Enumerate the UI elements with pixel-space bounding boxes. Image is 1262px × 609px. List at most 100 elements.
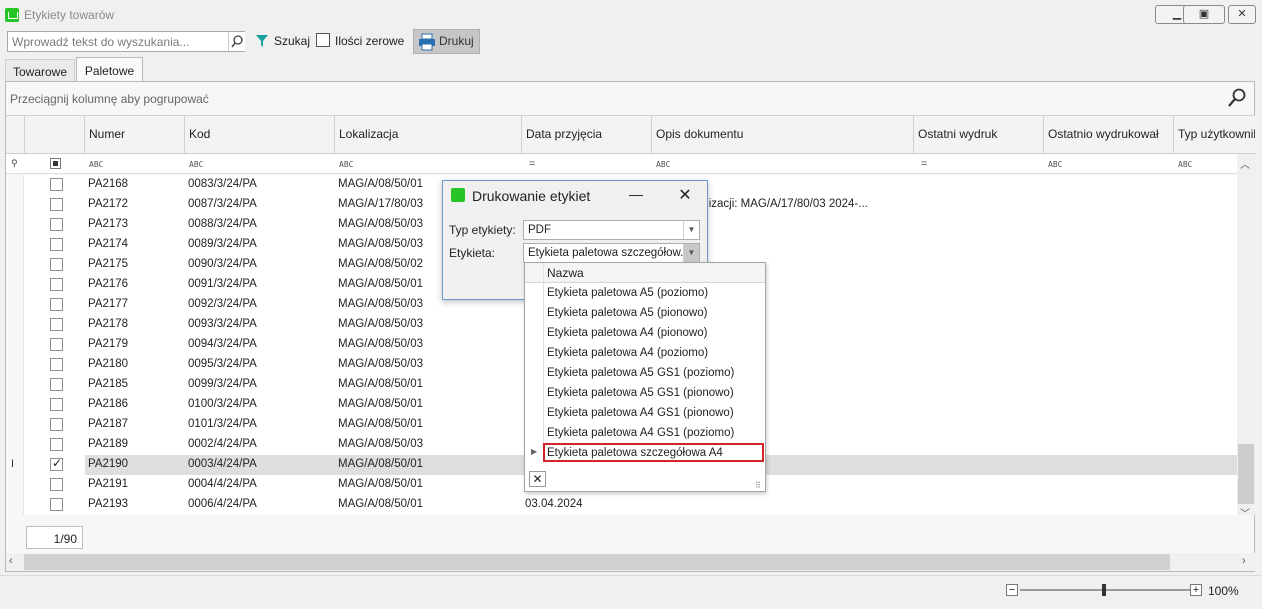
group-by-hint: Przeciągnij kolumnę aby pogrupować — [10, 92, 209, 106]
search-box — [7, 31, 245, 52]
search-icon — [231, 35, 243, 48]
column-header-opis-dokumentu[interactable]: Opis dokumentu — [651, 115, 913, 154]
dropdown-option[interactable]: Etykieta paletowa A4 GS1 (pionowo) — [547, 407, 734, 419]
dialog-basket-icon — [451, 188, 465, 202]
zoom-out-button[interactable]: − — [1006, 584, 1018, 596]
text-filter-icon[interactable]: ABC — [189, 160, 203, 169]
cell-kod: 0100/3/24/PA — [188, 398, 257, 410]
dropdown-option[interactable]: Etykieta paletowa A4 (poziomo) — [547, 347, 708, 359]
cell-numer: PA2180 — [88, 358, 129, 370]
label-type-value: PDF — [528, 224, 551, 236]
tab-label: Paletowe — [84, 64, 135, 78]
tab-paletowe[interactable]: Paletowe — [76, 57, 143, 82]
dropdown-option[interactable]: Etykieta paletowa A5 (pionowo) — [547, 307, 707, 319]
search-button[interactable] — [228, 32, 245, 51]
row-checkbox[interactable] — [50, 258, 63, 271]
zoom-in-button[interactable]: + — [1190, 584, 1202, 596]
cell-kod: 0095/3/24/PA — [188, 358, 257, 370]
chevron-down-icon[interactable]: ▼ — [683, 221, 699, 239]
scroll-left-icon[interactable]: ‹ — [9, 555, 13, 567]
text-filter-icon[interactable]: ABC — [339, 160, 353, 169]
cell-kod: 0094/3/24/PA — [188, 338, 257, 350]
equals-filter-icon[interactable]: = — [921, 158, 927, 170]
vertical-scroll-thumb[interactable] — [1238, 444, 1254, 504]
table-row[interactable]: PA2193 0006/4/24/PA MAG/A/08/50/01 03.04.20… — [6, 495, 1237, 515]
zoom-slider-thumb[interactable] — [1102, 584, 1106, 596]
close-button[interactable]: ✕ — [1228, 5, 1256, 24]
close-icon: ✕ — [1237, 8, 1247, 20]
row-checkbox[interactable] — [50, 298, 63, 311]
cell-lokalizacja: MAG/A/08/50/02 — [338, 258, 424, 270]
row-checkbox[interactable] — [50, 378, 63, 391]
row-checkbox[interactable] — [50, 456, 63, 471]
resize-grip-icon[interactable]: ⠿ — [755, 481, 761, 490]
cell-kod: 0090/3/24/PA — [188, 258, 257, 270]
row-checkbox[interactable] — [50, 198, 63, 211]
label-template-label: Etykieta: — [449, 246, 496, 260]
row-checkbox[interactable] — [50, 218, 63, 231]
clear-selection-button[interactable]: ✕ — [529, 471, 546, 487]
cell-numer: PA2186 — [88, 398, 129, 410]
print-button[interactable]: Drukuj — [413, 29, 480, 54]
cell-lokalizacja: MAG/A/08/50/03 — [338, 338, 424, 350]
column-header-ostatni-wydruk[interactable]: Ostatni wydruk — [913, 115, 1043, 154]
column-header-ostatnio-wydrukowal[interactable]: Ostatnio wydrukował — [1043, 115, 1173, 154]
row-checkbox[interactable] — [50, 498, 63, 511]
dropdown-selected-highlight — [543, 443, 764, 462]
cell-numer: PA2187 — [88, 418, 129, 430]
label-type-select[interactable]: PDF ▼ — [523, 220, 700, 240]
search-input[interactable] — [8, 32, 228, 51]
row-checkbox[interactable] — [50, 478, 63, 491]
column-header-numer[interactable]: Numer — [84, 115, 184, 154]
row-checkbox[interactable] — [50, 398, 63, 411]
dropdown-indicator-column — [543, 263, 544, 463]
dropdown-option[interactable]: Etykieta paletowa A4 GS1 (poziomo) — [547, 427, 734, 439]
dropdown-option[interactable]: Etykieta paletowa A4 (pionowo) — [547, 327, 707, 339]
row-checkbox[interactable] — [50, 238, 63, 251]
scroll-down-icon[interactable]: ﹀ — [1240, 505, 1250, 520]
cell-numer: PA2174 — [88, 238, 129, 250]
column-header-kod[interactable]: Kod — [184, 115, 334, 154]
maximize-button[interactable]: ▣ — [1183, 5, 1225, 24]
horizontal-scroll-thumb[interactable] — [24, 554, 1170, 570]
select-all-checkbox[interactable] — [50, 158, 61, 169]
cell-numer: PA2168 — [88, 178, 129, 190]
cell-kod: 0099/3/24/PA — [188, 378, 257, 390]
restore-icon: ▣ — [1198, 8, 1210, 20]
dialog-close-button[interactable]: ✕ — [676, 185, 694, 204]
label-template-select[interactable]: Etykieta paletowa szczegółow... ▼ — [523, 243, 700, 263]
dropdown-option[interactable]: Etykieta paletowa A5 GS1 (poziomo) — [547, 367, 734, 379]
cell-numer: PA2179 — [88, 338, 129, 350]
chevron-down-icon[interactable]: ▼ — [683, 244, 699, 262]
cell-lokalizacja: MAG/A/08/50/01 — [338, 458, 424, 470]
row-checkbox[interactable] — [50, 438, 63, 451]
column-header-typ-uzytkownika[interactable]: Typ użytkownika — [1173, 115, 1255, 154]
column-header-data-przyjecia[interactable]: Data przyjęcia — [521, 115, 651, 154]
text-filter-icon[interactable]: ABC — [656, 160, 670, 169]
row-checkbox[interactable] — [50, 418, 63, 431]
row-checkbox[interactable] — [50, 278, 63, 291]
text-filter-icon[interactable]: ABC — [1178, 160, 1192, 169]
row-checkbox[interactable] — [50, 318, 63, 331]
cell-lokalizacja: MAG/A/08/50/01 — [338, 498, 424, 510]
dropdown-option[interactable]: Etykieta paletowa A5 (poziomo) — [547, 287, 708, 299]
zero-quantity-checkbox[interactable] — [316, 33, 330, 47]
record-counter: 1/90 — [26, 526, 83, 549]
cell-kod: 0101/3/24/PA — [188, 418, 257, 430]
scroll-right-icon[interactable]: › — [1242, 555, 1246, 567]
row-checkbox[interactable] — [50, 338, 63, 351]
dropdown-option[interactable]: Etykieta paletowa A5 GS1 (pionowo) — [547, 387, 734, 399]
scroll-up-icon[interactable]: ︿ — [1240, 156, 1250, 171]
cell-numer: PA2193 — [88, 498, 129, 510]
grid-find-button[interactable] — [1227, 88, 1247, 108]
tab-towarowe[interactable]: Towarowe — [5, 59, 75, 81]
text-filter-icon[interactable]: ABC — [89, 160, 103, 169]
text-filter-icon[interactable]: ABC — [1048, 160, 1062, 169]
window-title: Etykiety towarów — [24, 8, 115, 22]
column-header-lokalizacja[interactable]: Lokalizacja — [334, 115, 521, 154]
equals-filter-icon[interactable]: = — [529, 158, 535, 170]
dialog-minimize-button[interactable]: — — [627, 186, 645, 204]
row-checkbox[interactable] — [50, 178, 63, 191]
row-checkbox[interactable] — [50, 358, 63, 371]
cell-kod: 0092/3/24/PA — [188, 298, 257, 310]
